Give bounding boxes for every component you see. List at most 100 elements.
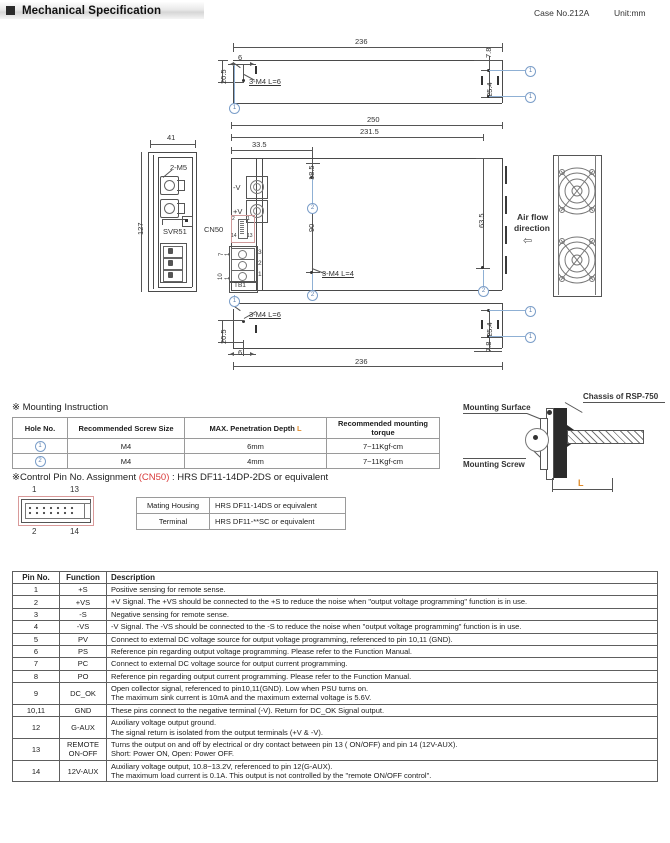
- label-minus-v: -V: [233, 183, 241, 192]
- control-pin-title-suffix: : HRS DF11-14DP-2DS or equivalent: [169, 472, 329, 483]
- table-row: 14 12V-AUX Auxiliary voltage output, 10.8~…: [12, 759, 658, 783]
- mating-housing-table: Mating Housing HRS DF11-14DS or equivale…: [136, 497, 346, 530]
- callout-2-front-a: 2: [307, 203, 318, 214]
- function-cell: REMOTE ON-OFF: [59, 737, 107, 761]
- function-cell: 12V-AUX: [59, 759, 107, 783]
- label-cn50: CN50: [204, 225, 224, 234]
- terminal-key: Terminal: [136, 513, 210, 530]
- table-header-row: Hole No. Recommended Screw Size MAX. Pen…: [12, 417, 440, 439]
- callout-1-bottom-right-b: 1: [525, 332, 536, 343]
- table-row: 7 PC Connect to external DC voltage source…: [12, 657, 658, 671]
- torque-cell: 7~11Kgf-cm: [326, 438, 440, 454]
- tb1-left-label-bot2: 1: [225, 276, 231, 280]
- function-cell: PC: [59, 657, 107, 671]
- tb1-pin-3: 3: [258, 249, 262, 256]
- pin-no-cell: 7: [12, 657, 60, 671]
- dim-231-5: 231.5: [360, 127, 379, 136]
- table-row: 1 +S Positive sensing for remote sense.: [12, 582, 658, 597]
- callout-1-top-left: 1: [229, 103, 240, 114]
- torque-cell: 7~11Kgf-cm: [326, 453, 440, 469]
- unit-label: Unit:mm: [614, 8, 646, 18]
- callout-1-top-right-a: 1: [525, 66, 536, 77]
- description-cell: Reference pin regarding output current p…: [106, 669, 658, 684]
- col-hole-no: Hole No.: [12, 417, 68, 439]
- dim-236-top: 236: [355, 37, 368, 46]
- description-cell: Connect to external DC voltage source fo…: [106, 632, 658, 646]
- dim-33-5: 33.5: [252, 140, 267, 149]
- pin-no-cell: 13: [12, 737, 60, 761]
- table-row: 2 M4 4mm 7~11Kgf-cm: [12, 453, 440, 469]
- hole-no-cell: 1: [12, 438, 68, 454]
- callout-1-bottom-left: 1: [229, 296, 240, 307]
- description-cell: Positive sensing for remote sense.: [106, 582, 658, 597]
- pin-no-cell: 4: [12, 620, 60, 634]
- function-cell: DC_OK: [59, 682, 107, 705]
- dim-20-5-bottom: 20.5: [219, 329, 228, 344]
- pin-assignment-table: Pin No. Function Description 1 +S Positive…: [12, 571, 658, 783]
- tb1-left-label-top2: 1: [225, 252, 231, 256]
- function-cell: PV: [59, 632, 107, 646]
- cn50-pin-2: 2: [232, 216, 235, 222]
- dim-90: 90: [307, 223, 316, 232]
- depth-cell: 6mm: [184, 438, 327, 454]
- col-screw-size: Recommended Screw Size: [67, 417, 185, 439]
- dim-20-5-top: 20.5: [219, 69, 228, 84]
- mating-housing-value: HRS DF11-14DS or equivalent: [209, 497, 346, 514]
- callout-1-top-right-b: 1: [525, 92, 536, 103]
- label-mounting-screw: Mounting Screw: [463, 460, 525, 469]
- control-pin-title: ※Control Pin No. Assignment (CN50) : HRS…: [12, 472, 328, 483]
- function-cell: +VS: [59, 595, 107, 609]
- table-row: 6 PS Reference pin regarding output voltag…: [12, 644, 658, 659]
- callout-2-front-b: 2: [307, 290, 318, 301]
- description-cell: Reference pin regarding output voltage p…: [106, 644, 658, 659]
- table-row: 3 -S Negative sensing for remote sense.: [12, 607, 658, 622]
- description-cell: Connect to external DC voltage source fo…: [106, 657, 658, 671]
- function-cell: -S: [59, 607, 107, 622]
- depth-cell: 4mm: [184, 453, 327, 469]
- description-cell: +V Signal. The +VS should be connected t…: [106, 595, 658, 609]
- cn50-pin-13: 13: [247, 233, 253, 239]
- col-penetration-depth: MAX. Penetration Depth L: [184, 417, 327, 439]
- screw-note-top: 3-M4 L=6: [249, 77, 281, 86]
- description-cell: These pins connect to the negative termi…: [106, 703, 658, 718]
- conn-pin-2: 2: [32, 527, 37, 536]
- description-cell: -V Signal. The -VS should be connected t…: [106, 620, 658, 634]
- table-row: Mating Housing HRS DF11-14DS or equivale…: [136, 497, 346, 514]
- callout-2-front-c: 2: [478, 286, 489, 297]
- table-row: 8 PO Reference pin regarding output curren…: [12, 669, 658, 684]
- pin-no-cell: 5: [12, 632, 60, 646]
- dim-7-8-bottom: 7.8: [484, 341, 493, 352]
- function-cell: G-AUX: [59, 716, 107, 739]
- case-number-label: Case No.212A: [534, 8, 590, 18]
- control-pin-title-prefix: ※Control Pin No. Assignment: [12, 472, 139, 483]
- function-cell: -VS: [59, 620, 107, 634]
- table-row: 1 M4 6mm 7~11Kgf-cm: [12, 438, 440, 454]
- description-cell: Turns the output on and off by electrica…: [106, 737, 658, 761]
- col-penetration-depth-text: MAX. Penetration Depth: [209, 423, 297, 433]
- pin-no-cell: 14: [12, 759, 60, 783]
- dim-236-bottom: 236: [355, 357, 368, 366]
- dim-127-side: 127: [136, 222, 145, 235]
- conn-pin-13: 13: [70, 485, 79, 494]
- dim-63-5: 63.5: [477, 213, 486, 228]
- mounting-instruction-table: Hole No. Recommended Screw Size MAX. Pen…: [12, 417, 440, 469]
- col-pin-no: Pin No.: [12, 571, 60, 584]
- screw-size-cell: M4: [67, 453, 185, 469]
- screw-note-front: 3-M4 L=4: [322, 269, 354, 278]
- label-svr51: SVR51: [163, 227, 187, 236]
- hole-callout-1: 1: [34, 441, 46, 452]
- table-row: Terminal HRS DF11-**SC or equivalent: [136, 513, 346, 530]
- dim-250: 250: [367, 115, 380, 124]
- description-cell: Negative sensing for remote sense.: [106, 607, 658, 622]
- connector-pins-icon: [28, 506, 74, 515]
- fan-top-icon: [558, 167, 596, 215]
- table-row: 12 G-AUX Auxiliary voltage output ground. …: [12, 716, 658, 739]
- screw-note-bottom: 3-M4 L=6: [249, 310, 281, 319]
- conn-pin-1: 1: [32, 485, 37, 494]
- label-2-m5: 2-M5: [170, 163, 188, 172]
- dim-6-top: 6: [238, 53, 243, 62]
- dim-7-8-top: 7.8: [484, 47, 493, 58]
- label-tb1: TB1: [234, 282, 246, 289]
- table-row: 10,11 GND These pins connect to the negati…: [12, 703, 658, 718]
- label-chassis: Chassis of RSP-750: [583, 392, 659, 401]
